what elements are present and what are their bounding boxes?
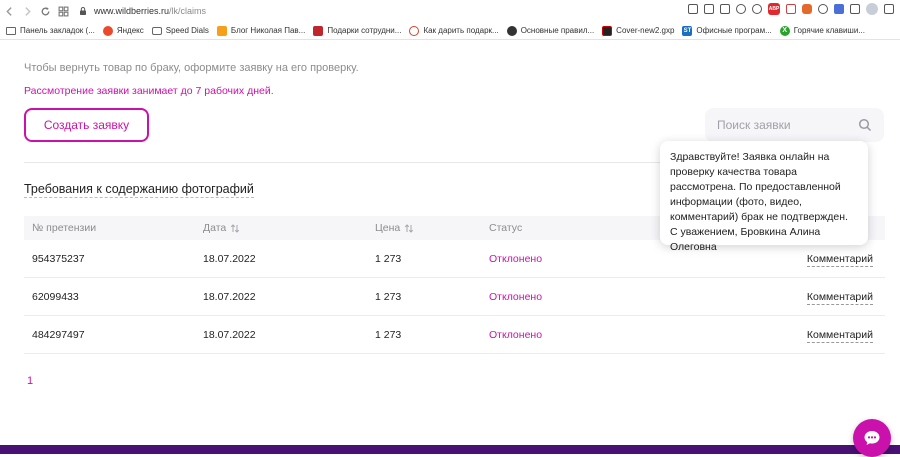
header-price-label: Цена [375, 222, 401, 234]
hotkeys-icon: X [779, 25, 790, 36]
footer-bar [0, 445, 900, 454]
header-date[interactable]: Дата [195, 222, 367, 234]
blog-icon [216, 25, 227, 36]
bookmark-label: Cover-new2.gxp [616, 26, 675, 35]
gift-icon [313, 25, 324, 36]
sort-icon[interactable] [230, 223, 240, 233]
bookmark-item[interactable]: Speed Dials [151, 26, 209, 35]
bookmark-item[interactable]: Cover-new2.gxp [602, 25, 675, 36]
bookmark-label: Панель закладок (... [20, 26, 95, 35]
claim-status: Отклонено [489, 252, 543, 265]
claim-number: 954375237 [32, 252, 85, 265]
adblock-icon[interactable]: ABP [768, 3, 780, 15]
claim-date: 18.07.2022 [203, 328, 256, 341]
address-bar[interactable]: www.wildberries.ru/lk/claims [78, 6, 206, 16]
chat-icon [864, 431, 880, 445]
vpn-icon[interactable] [802, 4, 812, 14]
bookmark-item[interactable]: Блог Николая Пав... [216, 25, 306, 36]
comment-link[interactable]: Комментарий [806, 290, 873, 305]
bookmark-item[interactable]: Подарки сотрудни... [313, 25, 402, 36]
table-row: 954375237 18.07.2022 1 273 Отклонено Ком… [24, 240, 885, 278]
shield-icon[interactable] [736, 4, 746, 14]
search-input[interactable] [717, 118, 857, 132]
url-path: /lk/claims [169, 6, 207, 16]
gift-tips-icon [409, 25, 420, 36]
bookmark-label: Подарки сотрудни... [327, 26, 402, 35]
bookmark-label: Speed Dials [165, 26, 209, 35]
bookmark-label: Как дарить подарк... [423, 26, 499, 35]
browser-toolbar: www.wildberries.ru/lk/claims ABP [0, 0, 900, 22]
folder-icon [6, 26, 16, 35]
bookmark-item[interactable]: Как дарить подарк... [409, 25, 499, 36]
profile-avatar-icon[interactable] [866, 3, 878, 15]
claim-date: 18.07.2022 [203, 252, 256, 265]
comment-link[interactable]: Комментарий [806, 252, 873, 267]
search-icon[interactable] [858, 118, 872, 132]
comment-tooltip: Здравствуйте! Заявка онлайн на проверку … [660, 141, 868, 253]
claim-price: 1 273 [375, 252, 402, 265]
translate-icon[interactable] [834, 4, 844, 14]
create-claim-button[interactable]: Создать заявку [24, 108, 149, 142]
extensions-bar: ABP [688, 3, 894, 15]
speed-dials-icon [151, 26, 162, 35]
forward-icon[interactable] [18, 2, 36, 20]
lock-icon [78, 6, 88, 16]
bookmark-page-icon[interactable] [704, 4, 714, 14]
header-price[interactable]: Цена [367, 222, 481, 234]
claim-number: 62099433 [32, 290, 79, 303]
claim-number: 484297497 [32, 328, 85, 341]
bookmark-label: Основные правил... [520, 26, 595, 35]
tabs-grid-icon[interactable] [54, 2, 72, 20]
header-claim-number: № претензии [32, 222, 97, 234]
download-icon[interactable] [884, 4, 894, 14]
comment-link[interactable]: Комментарий [806, 328, 873, 343]
claim-status: Отклонено [489, 328, 543, 341]
intro-text: Чтобы вернуть товар по браку, оформите з… [24, 62, 359, 74]
photo-requirements-link[interactable]: Требования к содержанию фотографий [24, 182, 254, 198]
heart-icon[interactable] [752, 4, 762, 14]
bookmark-item[interactable]: ST Офисные програм... [682, 25, 772, 36]
divider [24, 162, 660, 163]
pdf-icon[interactable] [786, 4, 796, 14]
camera-icon[interactable] [720, 4, 730, 14]
extensions-cube-icon[interactable] [850, 4, 860, 14]
bookmark-item[interactable]: Яндекс [102, 25, 144, 36]
url-host: www.wildberries.ru [94, 6, 170, 16]
bookmarks-bar: Панель закладок (... Яндекс Speed Dials … [0, 22, 900, 40]
yandex-icon [102, 25, 113, 36]
cover-icon [602, 25, 613, 36]
table-row: 484297497 18.07.2022 1 273 Отклонено Ком… [24, 316, 885, 354]
pagination-page[interactable]: 1 [27, 375, 33, 387]
reload-icon[interactable] [36, 2, 54, 20]
bookmark-item[interactable]: Основные правил... [506, 25, 595, 36]
claim-date: 18.07.2022 [203, 290, 256, 303]
claim-price: 1 273 [375, 290, 402, 303]
office-icon: ST [682, 25, 693, 36]
sort-icon[interactable] [404, 223, 414, 233]
claim-search[interactable] [705, 108, 884, 142]
bookmark-label: Горячие клавиши... [793, 26, 865, 35]
claim-status: Отклонено [489, 290, 543, 303]
claim-price: 1 273 [375, 328, 402, 341]
reader-icon[interactable] [688, 4, 698, 14]
chat-button[interactable] [853, 419, 891, 457]
bookmark-label: Офисные програм... [696, 26, 772, 35]
review-time-note: Рассмотрение заявки занимает до 7 рабочи… [24, 85, 274, 97]
claims-page: Чтобы вернуть товар по браку, оформите з… [0, 41, 900, 457]
bookmark-label: Яндекс [116, 26, 144, 35]
bookmark-label: Блог Николая Пав... [230, 26, 306, 35]
bookmark-item[interactable]: X Горячие клавиши... [779, 25, 865, 36]
header-date-label: Дата [203, 222, 227, 234]
back-icon[interactable] [0, 2, 18, 20]
bookmark-item[interactable]: Панель закладок (... [6, 26, 95, 35]
globe-icon[interactable] [818, 4, 828, 14]
rules-icon [506, 25, 517, 36]
table-row: 62099433 18.07.2022 1 273 Отклонено Комм… [24, 278, 885, 316]
